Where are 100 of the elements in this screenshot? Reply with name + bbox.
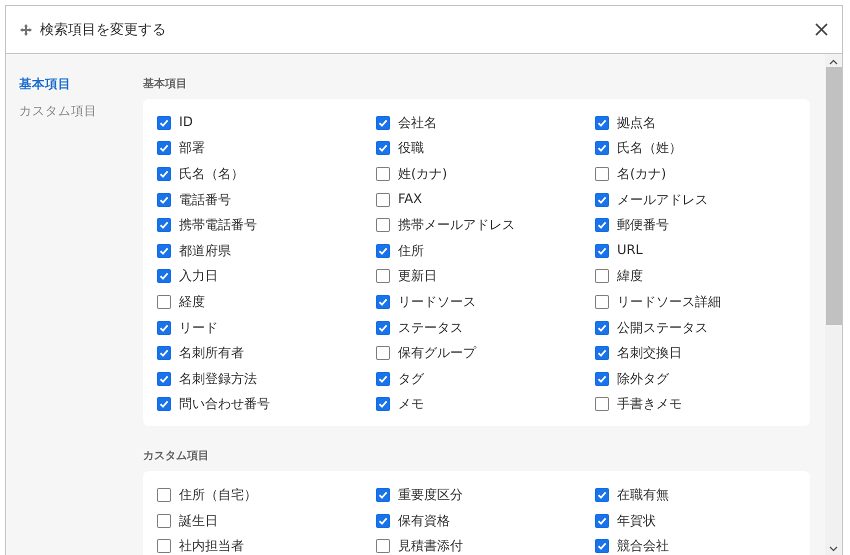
checkbox[interactable] bbox=[595, 346, 609, 360]
checkbox[interactable] bbox=[595, 269, 609, 284]
checkbox[interactable] bbox=[376, 116, 390, 130]
checkbox[interactable] bbox=[376, 192, 390, 207]
checkbox[interactable] bbox=[157, 166, 171, 181]
checkbox-label: URL bbox=[617, 243, 643, 258]
checkbox[interactable] bbox=[595, 192, 609, 207]
checkbox-label: 重要度区分 bbox=[398, 486, 463, 504]
checkbox-label: 公開ステータス bbox=[617, 320, 708, 337]
checkbox[interactable] bbox=[595, 320, 609, 335]
checkbox[interactable] bbox=[376, 294, 390, 309]
scrollbar[interactable] bbox=[825, 54, 842, 555]
move-icon[interactable] bbox=[20, 24, 32, 36]
checkbox[interactable] bbox=[157, 244, 171, 258]
checkbox-label: 都道府県 bbox=[179, 242, 231, 260]
checkbox[interactable] bbox=[376, 397, 390, 412]
checkbox[interactable] bbox=[157, 539, 171, 554]
checkbox-label: 問い合わせ番号 bbox=[179, 396, 270, 414]
checkbox[interactable] bbox=[595, 294, 609, 309]
checkbox[interactable] bbox=[157, 218, 171, 232]
checkbox[interactable] bbox=[157, 320, 171, 335]
checkbox-label: 誕生日 bbox=[179, 512, 218, 530]
checkbox-label: 役職 bbox=[398, 140, 424, 158]
checkbox[interactable] bbox=[376, 218, 390, 232]
checkbox-label: メモ bbox=[398, 396, 424, 414]
checkbox-label: ID bbox=[179, 115, 193, 130]
checkbox-label: 住所 bbox=[398, 242, 424, 260]
checkbox[interactable] bbox=[595, 488, 609, 502]
checkbox-label: 姓(カナ) bbox=[398, 166, 448, 183]
checkbox[interactable] bbox=[157, 346, 171, 360]
checkbox[interactable] bbox=[157, 372, 171, 386]
checkbox[interactable] bbox=[595, 514, 609, 528]
checkbox-label: 保有グループ bbox=[398, 345, 476, 362]
checkbox[interactable] bbox=[157, 141, 171, 156]
checkbox-label: メールアドレス bbox=[617, 192, 708, 209]
checkbox-label: 住所（自宅） bbox=[179, 486, 257, 504]
checkbox-label: リードソース bbox=[398, 294, 476, 311]
checkbox[interactable] bbox=[595, 116, 609, 130]
checkbox-label: 電話番号 bbox=[179, 192, 231, 209]
checkbox-label: 拠点名 bbox=[617, 114, 656, 132]
checkbox[interactable] bbox=[595, 166, 609, 181]
checkbox[interactable] bbox=[595, 218, 609, 232]
checkbox[interactable] bbox=[376, 539, 390, 554]
checkbox-label: 手書きメモ bbox=[617, 396, 682, 414]
checkbox-label: ステータス bbox=[398, 320, 463, 337]
checkbox[interactable] bbox=[376, 514, 390, 528]
sidebar-item[interactable]: カスタム項目 bbox=[19, 103, 143, 120]
checkbox-label: 更新日 bbox=[398, 268, 437, 286]
checkbox-label: 会社名 bbox=[398, 114, 437, 132]
checkbox[interactable] bbox=[376, 244, 390, 258]
checkbox[interactable] bbox=[157, 488, 171, 502]
checkbox-label: 入力日 bbox=[179, 268, 218, 286]
checkbox-label: 郵便番号 bbox=[617, 217, 669, 234]
checkbox[interactable] bbox=[376, 320, 390, 335]
checkbox-label: FAX bbox=[398, 192, 422, 208]
checkbox[interactable] bbox=[157, 192, 171, 207]
checkbox-label: 除外タグ bbox=[617, 370, 669, 388]
section-title: 基本項目 bbox=[143, 76, 188, 91]
scrollbar-thumb[interactable] bbox=[826, 67, 842, 325]
checkbox[interactable] bbox=[157, 397, 171, 412]
checkbox-label: 名刺交換日 bbox=[617, 345, 682, 362]
checkbox[interactable] bbox=[376, 346, 390, 360]
sidebar-item[interactable]: 基本項目 bbox=[19, 76, 143, 93]
close-button[interactable] bbox=[813, 21, 830, 38]
checkbox-label: 在職有無 bbox=[617, 486, 669, 504]
checkbox-label: タグ bbox=[398, 370, 424, 388]
checkbox[interactable] bbox=[595, 141, 609, 156]
checkbox[interactable] bbox=[157, 294, 171, 309]
checkbox[interactable] bbox=[595, 397, 609, 412]
scroll-down-icon[interactable] bbox=[829, 546, 838, 552]
checkbox[interactable] bbox=[595, 539, 609, 554]
checkbox-label: 緯度 bbox=[617, 268, 643, 286]
checkbox[interactable] bbox=[157, 116, 171, 130]
checkbox-label: 携帯メールアドレス bbox=[398, 217, 515, 234]
checkbox-label: 競合会社 bbox=[617, 538, 669, 555]
checkbox[interactable] bbox=[376, 372, 390, 386]
checkbox[interactable] bbox=[157, 269, 171, 284]
checkbox-label: リード bbox=[179, 320, 218, 337]
checkbox[interactable] bbox=[157, 514, 171, 528]
checkbox-label: 保有資格 bbox=[398, 512, 450, 530]
checkbox-label: 名刺所有者 bbox=[179, 345, 244, 362]
checkbox[interactable] bbox=[595, 244, 609, 258]
checkbox-label: 名(カナ) bbox=[617, 166, 666, 183]
checkbox[interactable] bbox=[595, 372, 609, 386]
checkbox[interactable] bbox=[376, 488, 390, 502]
checkbox[interactable] bbox=[376, 166, 390, 181]
section-title: カスタム項目 bbox=[143, 448, 210, 464]
checkbox-label: 氏名（姓） bbox=[617, 140, 682, 158]
checkbox-label: 部署 bbox=[179, 140, 205, 158]
checkbox-label: 見積書添付 bbox=[398, 538, 463, 555]
checkbox-label: 名刺登録方法 bbox=[179, 370, 257, 388]
checkbox[interactable] bbox=[376, 141, 390, 156]
checkbox-label: リードソース詳細 bbox=[617, 294, 721, 311]
checkbox-label: 氏名（名） bbox=[179, 166, 244, 183]
checkbox-label: 携帯電話番号 bbox=[179, 217, 257, 234]
checkbox-label: 年賀状 bbox=[617, 512, 656, 530]
checkbox-label: 社内担当者 bbox=[179, 538, 244, 555]
dialog-title: 検索項目を変更する bbox=[40, 20, 167, 38]
scroll-up-icon[interactable] bbox=[829, 59, 838, 65]
checkbox[interactable] bbox=[376, 269, 390, 284]
